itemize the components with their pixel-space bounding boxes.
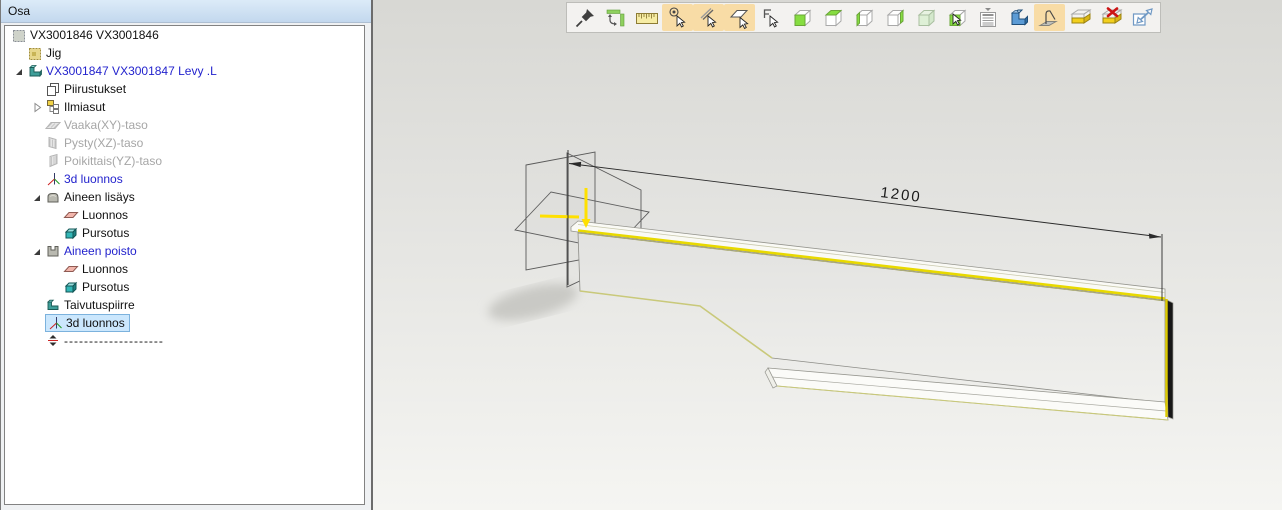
dimension-arrow-right [1149, 233, 1161, 238]
plane-yz-icon [45, 153, 61, 169]
tree-item-piirustukset[interactable]: Piirustukset [5, 80, 364, 98]
view-by-face-icon [945, 6, 969, 30]
expander-expanded-icon[interactable] [29, 243, 45, 259]
app-window: { "panel": { "title": "Osa" }, "tree": {… [0, 0, 1282, 510]
tree-item-ilmiasut[interactable]: Ilmiasut [5, 98, 364, 116]
view-iso-icon [914, 6, 938, 30]
view-iso-button[interactable] [910, 4, 941, 31]
tree-item-aineen-lisays[interactable]: Aineen lisäys [5, 188, 364, 206]
sheet-metal-part[interactable] [571, 221, 1173, 420]
bin-icon [1069, 6, 1093, 30]
add-material-icon [45, 189, 61, 205]
view-left-icon [852, 6, 876, 30]
viewport-3d[interactable]: 1200 [373, 0, 1282, 510]
sketch-3d-icon [47, 315, 63, 331]
ruler-button[interactable] [631, 4, 662, 31]
snap-edge-icon [697, 6, 721, 30]
axis-x [540, 216, 579, 217]
snap-face-button[interactable] [724, 4, 755, 31]
tree-item-3d-luonnos-2[interactable]: 3d luonnos [5, 314, 364, 332]
feature-tree[interactable]: VX3001846 VX3001846 Jig VX3001847 VX3001… [4, 25, 365, 505]
plane-xy-icon [45, 117, 61, 133]
ruler-icon [635, 6, 659, 30]
plane-xz-icon [45, 135, 61, 151]
configurations-icon [45, 99, 61, 115]
panel-title: Osa [1, 0, 371, 23]
view-list-icon [976, 6, 1000, 30]
tree-item-aineen-poisto[interactable]: Aineen poisto [5, 242, 364, 260]
view-by-face-button[interactable] [941, 4, 972, 31]
view-front-icon [790, 6, 814, 30]
sheet-metal-button[interactable] [1003, 4, 1034, 31]
jig-icon [27, 45, 43, 61]
bend-button[interactable] [1034, 4, 1065, 31]
sheet-metal-icon [1007, 6, 1031, 30]
view-list-button[interactable] [972, 4, 1003, 31]
part-browser-panel: Osa VX3001846 VX3001846 Jig [0, 0, 371, 510]
tree-item-vaaka-xy-taso[interactable]: Vaaka(XY)-taso [5, 116, 364, 134]
export-button[interactable] [1127, 4, 1158, 31]
view-right-button[interactable] [879, 4, 910, 31]
snap-face-icon [728, 6, 752, 30]
dimension-button[interactable] [600, 4, 631, 31]
pin-icon [573, 6, 597, 30]
snap-point-button[interactable] [662, 4, 693, 31]
insert-marker-icon [45, 333, 61, 349]
tree-item-separator[interactable]: -------------------- [5, 332, 364, 350]
tree-item-pursotus-2[interactable]: Pursotus [5, 278, 364, 296]
extrude-icon [63, 225, 79, 241]
remove-material-icon [45, 243, 61, 259]
tree-item-luonnos-1[interactable]: Luonnos [5, 206, 364, 224]
tree-item-poikittais-yz-taso[interactable]: Poikittais(YZ)-taso [5, 152, 364, 170]
snap-point-icon [666, 6, 690, 30]
selected-item-highlight: 3d luonnos [45, 314, 130, 332]
bend-feature-icon [45, 297, 61, 313]
pin-button[interactable] [569, 4, 600, 31]
sheet-metal-part-icon [27, 63, 43, 79]
view-right-icon [883, 6, 907, 30]
extrude-icon [63, 279, 79, 295]
tree-item-pursotus-1[interactable]: Pursotus [5, 224, 364, 242]
view-top-icon [821, 6, 845, 30]
expander-expanded-icon[interactable] [29, 189, 45, 205]
bin-button[interactable] [1065, 4, 1096, 31]
dimension-icon [604, 6, 628, 30]
snap-element-icon [759, 6, 783, 30]
expander-collapsed-icon[interactable] [29, 99, 45, 115]
sketch-3d-icon [45, 171, 61, 187]
tree-item-vx3001847-levy[interactable]: VX3001847 VX3001847 Levy .L [5, 62, 364, 80]
export-icon [1131, 6, 1155, 30]
sketch-icon [63, 207, 79, 223]
part-assembly-icon [11, 27, 27, 43]
expander-expanded-icon[interactable] [11, 63, 27, 79]
view-left-button[interactable] [848, 4, 879, 31]
drawings-icon [45, 81, 61, 97]
snap-element-button[interactable] [755, 4, 786, 31]
bin-delete-icon [1100, 6, 1124, 30]
view-front-button[interactable] [786, 4, 817, 31]
tree-item-luonnos-2[interactable]: Luonnos [5, 260, 364, 278]
tree-item-taivutuspiirre[interactable]: Taivutuspiirre [5, 296, 364, 314]
tree-item-pysty-xz-taso[interactable]: Pysty(XZ)-taso [5, 134, 364, 152]
bend-icon [1038, 6, 1062, 30]
tree-item-3d-luonnos-1[interactable]: 3d luonnos [5, 170, 364, 188]
tree-item-jig[interactable]: Jig [5, 44, 364, 62]
tree-item-vx3001846[interactable]: VX3001846 VX3001846 [5, 26, 364, 44]
bin-delete-button[interactable] [1096, 4, 1127, 31]
snap-edge-button[interactable] [693, 4, 724, 31]
toolbar [566, 2, 1161, 33]
sketch-icon [63, 261, 79, 277]
view-top-button[interactable] [817, 4, 848, 31]
dimension-line [569, 164, 1161, 238]
